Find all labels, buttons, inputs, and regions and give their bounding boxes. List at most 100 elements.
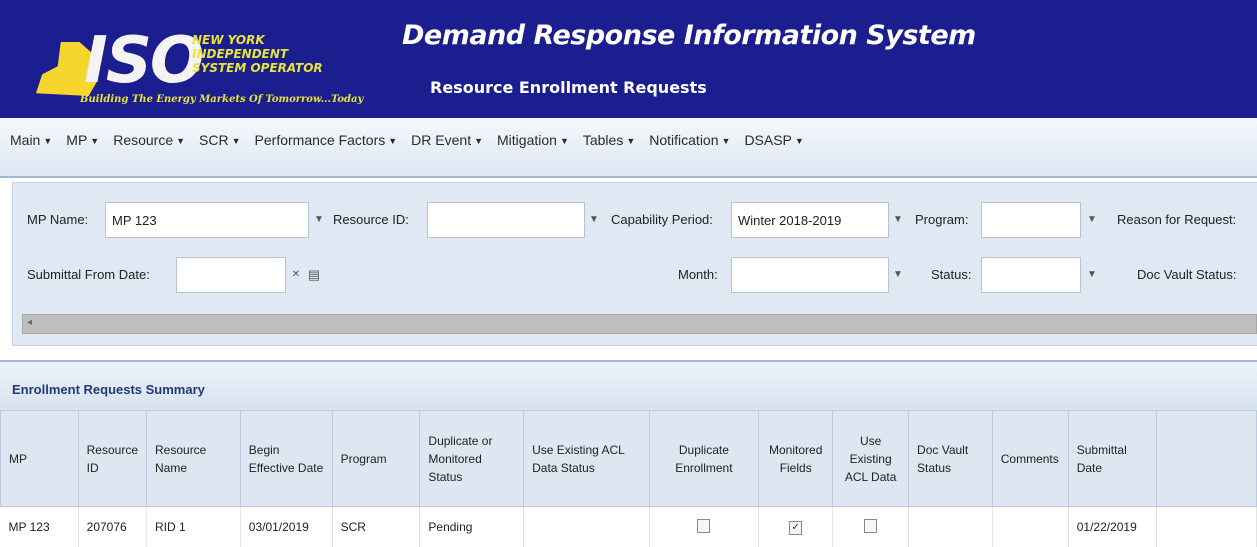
main-menu-bar: Main▼MP▼Resource▼SCR▼Performance Factors… xyxy=(0,118,1257,178)
menu-item-dsasp[interactable]: DSASP ▼ xyxy=(744,132,803,148)
checkbox-cell: ✓ xyxy=(759,507,833,547)
column-header[interactable]: Comments xyxy=(992,411,1068,507)
menu-item-label: Mitigation xyxy=(497,132,557,148)
menu-item-label: SCR xyxy=(199,132,229,148)
unchecked-checkbox[interactable] xyxy=(697,519,710,533)
capability-period-select[interactable]: Winter 2018-2019 xyxy=(731,202,889,238)
resource-id-label: Resource ID: xyxy=(333,212,409,227)
submittal-from-date-label: Submittal From Date: xyxy=(27,267,150,282)
chevron-down-icon: ▼ xyxy=(795,136,804,146)
chevron-down-icon: ▼ xyxy=(176,136,185,146)
clear-icon[interactable]: ✕ xyxy=(287,257,305,293)
menu-item-label: MP xyxy=(66,132,87,148)
chevron-down-icon: ▼ xyxy=(43,136,52,146)
reason-for-request-label: Reason for Request: xyxy=(1117,212,1236,227)
unchecked-checkbox[interactable] xyxy=(864,519,877,533)
program-select[interactable] xyxy=(981,202,1081,238)
logo-org-line-3: SYSTEM OPERATOR xyxy=(192,62,323,75)
page-title: Resource Enrollment Requests xyxy=(430,78,707,97)
menu-item-label: Tables xyxy=(583,132,623,148)
enrollment-requests-table: MPResource IDResource NameBegin Effectiv… xyxy=(0,410,1257,547)
resource-id-select[interactable] xyxy=(427,202,585,238)
menu-item-mitigation[interactable]: Mitigation▼ xyxy=(497,132,569,148)
summary-title: Enrollment Requests Summary xyxy=(12,382,205,397)
column-header-spacer xyxy=(1156,411,1256,507)
table-cell: 207076 xyxy=(78,507,146,547)
table-cell: MP 123 xyxy=(1,507,79,547)
menu-item-label: Resource xyxy=(113,132,173,148)
chevron-down-icon: ▼ xyxy=(626,136,635,146)
column-header[interactable]: Begin Effective Date xyxy=(240,411,332,507)
table-cell-spacer xyxy=(1156,507,1256,547)
app-header: ISO NEW YORK INDEPENDENT SYSTEM OPERATOR… xyxy=(0,0,1257,118)
chevron-down-icon: ▼ xyxy=(388,136,397,146)
doc-vault-status-label: Doc Vault Status: xyxy=(1137,267,1236,282)
checkbox-cell xyxy=(649,507,759,547)
menu-item-mp[interactable]: MP▼ xyxy=(66,132,99,148)
table-cell: RID 1 xyxy=(147,507,241,547)
chevron-down-icon[interactable]: ▼ xyxy=(889,202,907,238)
checked-checkbox[interactable]: ✓ xyxy=(789,521,802,535)
menu-item-performance-factors[interactable]: Performance Factors▼ xyxy=(255,132,398,148)
mp-name-label: MP Name: xyxy=(27,212,88,227)
arrow-left-icon[interactable]: ◂ xyxy=(27,317,32,328)
chevron-down-icon[interactable]: ▼ xyxy=(310,202,328,238)
logo-org-line-2: INDEPENDENT xyxy=(192,48,288,61)
logo-iso-text: ISO xyxy=(84,26,202,96)
table-cell xyxy=(992,507,1068,547)
logo-org-line-1: NEW YORK xyxy=(192,34,265,47)
column-header[interactable]: MP xyxy=(1,411,79,507)
menu-item-tables[interactable]: Tables▼ xyxy=(583,132,635,148)
status-select[interactable] xyxy=(981,257,1081,293)
checkbox-cell xyxy=(833,507,909,547)
menu-item-dr-event[interactable]: DR Event▼ xyxy=(411,132,483,148)
table-cell: 03/01/2019 xyxy=(240,507,332,547)
chevron-down-icon[interactable]: ▼ xyxy=(1083,257,1101,293)
table-cell xyxy=(909,507,993,547)
chevron-down-icon[interactable]: ▼ xyxy=(889,257,907,293)
table-cell xyxy=(524,507,649,547)
chevron-down-icon: ▼ xyxy=(90,136,99,146)
chevron-down-icon: ▼ xyxy=(474,136,483,146)
table-row[interactable]: MP 123207076RID 103/01/2019SCRPending ✓ 01… xyxy=(1,507,1257,547)
month-label: Month: xyxy=(678,267,718,282)
chevron-down-icon[interactable]: ▼ xyxy=(585,202,603,238)
column-header[interactable]: Doc Vault Status xyxy=(909,411,993,507)
chevron-down-icon: ▼ xyxy=(722,136,731,146)
month-select[interactable] xyxy=(731,257,889,293)
summary-header-bar: Enrollment Requests Summary xyxy=(0,360,1257,410)
column-header[interactable]: Monitored Fields xyxy=(759,411,833,507)
column-header[interactable]: Submittal Date xyxy=(1068,411,1156,507)
status-label: Status: xyxy=(931,267,971,282)
capability-period-label: Capability Period: xyxy=(611,212,713,227)
menu-item-label: DSASP xyxy=(744,132,791,148)
table-cell: 01/22/2019 xyxy=(1068,507,1156,547)
table-cell: Pending xyxy=(420,507,524,547)
column-header[interactable]: Use Existing ACL Data xyxy=(833,411,909,507)
chevron-down-icon[interactable]: ▼ xyxy=(1083,202,1101,238)
table-cell: SCR xyxy=(332,507,420,547)
menu-item-scr[interactable]: SCR▼ xyxy=(199,132,240,148)
mp-name-select[interactable]: MP 123 xyxy=(105,202,309,238)
menu-list: Main▼MP▼Resource▼SCR▼Performance Factors… xyxy=(10,132,818,148)
menu-item-notification[interactable]: Notification ▼ xyxy=(649,132,730,148)
chevron-down-icon: ▼ xyxy=(232,136,241,146)
column-header[interactable]: Duplicate or Monitored Status xyxy=(420,411,524,507)
logo-tagline: Building The Energy Markets Of Tomorrow.… xyxy=(80,94,363,105)
column-header[interactable]: Duplicate Enrollment xyxy=(649,411,759,507)
program-label: Program: xyxy=(915,212,968,227)
menu-item-label: Main xyxy=(10,132,40,148)
column-header[interactable]: Resource Name xyxy=(147,411,241,507)
menu-item-label: Notification xyxy=(649,132,718,148)
submittal-from-date-input[interactable] xyxy=(176,257,286,293)
table-header-row: MPResource IDResource NameBegin Effectiv… xyxy=(1,411,1257,507)
calendar-icon[interactable]: ▤ xyxy=(305,257,323,293)
column-header[interactable]: Use Existing ACL Data Status xyxy=(524,411,649,507)
menu-item-main[interactable]: Main▼ xyxy=(10,132,52,148)
menu-item-resource[interactable]: Resource▼ xyxy=(113,132,185,148)
column-header[interactable]: Resource ID xyxy=(78,411,146,507)
horizontal-scrollbar[interactable]: ◂ xyxy=(22,314,1257,334)
app-title: Demand Response Information System xyxy=(402,20,976,51)
menu-item-label: Performance Factors xyxy=(255,132,386,148)
column-header[interactable]: Program xyxy=(332,411,420,507)
